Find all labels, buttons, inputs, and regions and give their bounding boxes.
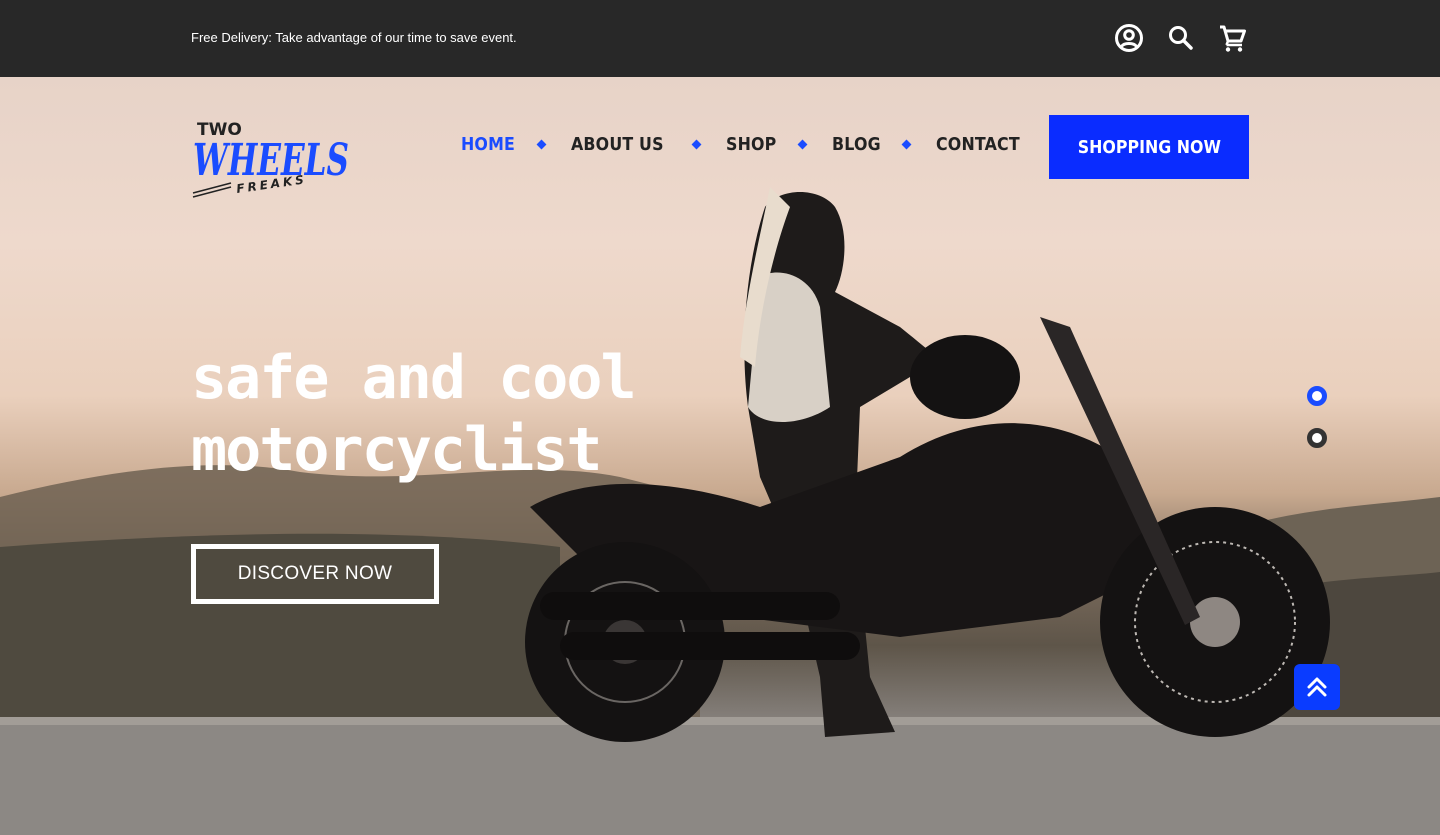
chevrons-up-icon	[1307, 677, 1327, 697]
slide-indicator-1[interactable]	[1307, 386, 1327, 406]
slide-indicator-2[interactable]	[1307, 428, 1327, 448]
nav-separator	[536, 139, 547, 150]
nav-separator	[901, 139, 912, 150]
discover-now-button[interactable]: DISCOVER NOW	[191, 544, 439, 604]
scroll-to-top-button[interactable]	[1294, 664, 1340, 710]
nav-item-blog[interactable]: BLOG	[832, 134, 881, 155]
nav-item-about-us[interactable]: ABOUT US	[571, 134, 664, 155]
main-nav: HOME ABOUT US SHOP BLOG CONTACT	[461, 134, 1032, 155]
top-bar: Free Delivery: Take advantage of our tim…	[0, 0, 1440, 77]
account-icon[interactable]	[1113, 22, 1145, 54]
promo-text: Free Delivery: Take advantage of our tim…	[191, 30, 517, 45]
hero-headline-line2: motorcyclist	[191, 415, 602, 485]
nav-item-shop[interactable]: SHOP	[726, 134, 776, 155]
hero-headline-line1: safe and cool	[191, 343, 637, 413]
shopping-now-label: SHOPPING NOW	[1077, 136, 1221, 158]
hero-headline: safe and cool motorcyclist	[191, 342, 711, 486]
nav-separator	[691, 139, 702, 150]
shopping-now-button[interactable]: SHOPPING NOW	[1049, 115, 1249, 179]
nav-item-contact[interactable]: CONTACT	[936, 134, 1020, 155]
nav-item-home[interactable]: HOME	[461, 134, 515, 155]
search-icon[interactable]	[1165, 22, 1197, 54]
brand-logo[interactable]: TWO WHEELS FREAKS	[191, 113, 351, 201]
cart-icon[interactable]	[1217, 22, 1249, 54]
nav-separator	[797, 139, 808, 150]
